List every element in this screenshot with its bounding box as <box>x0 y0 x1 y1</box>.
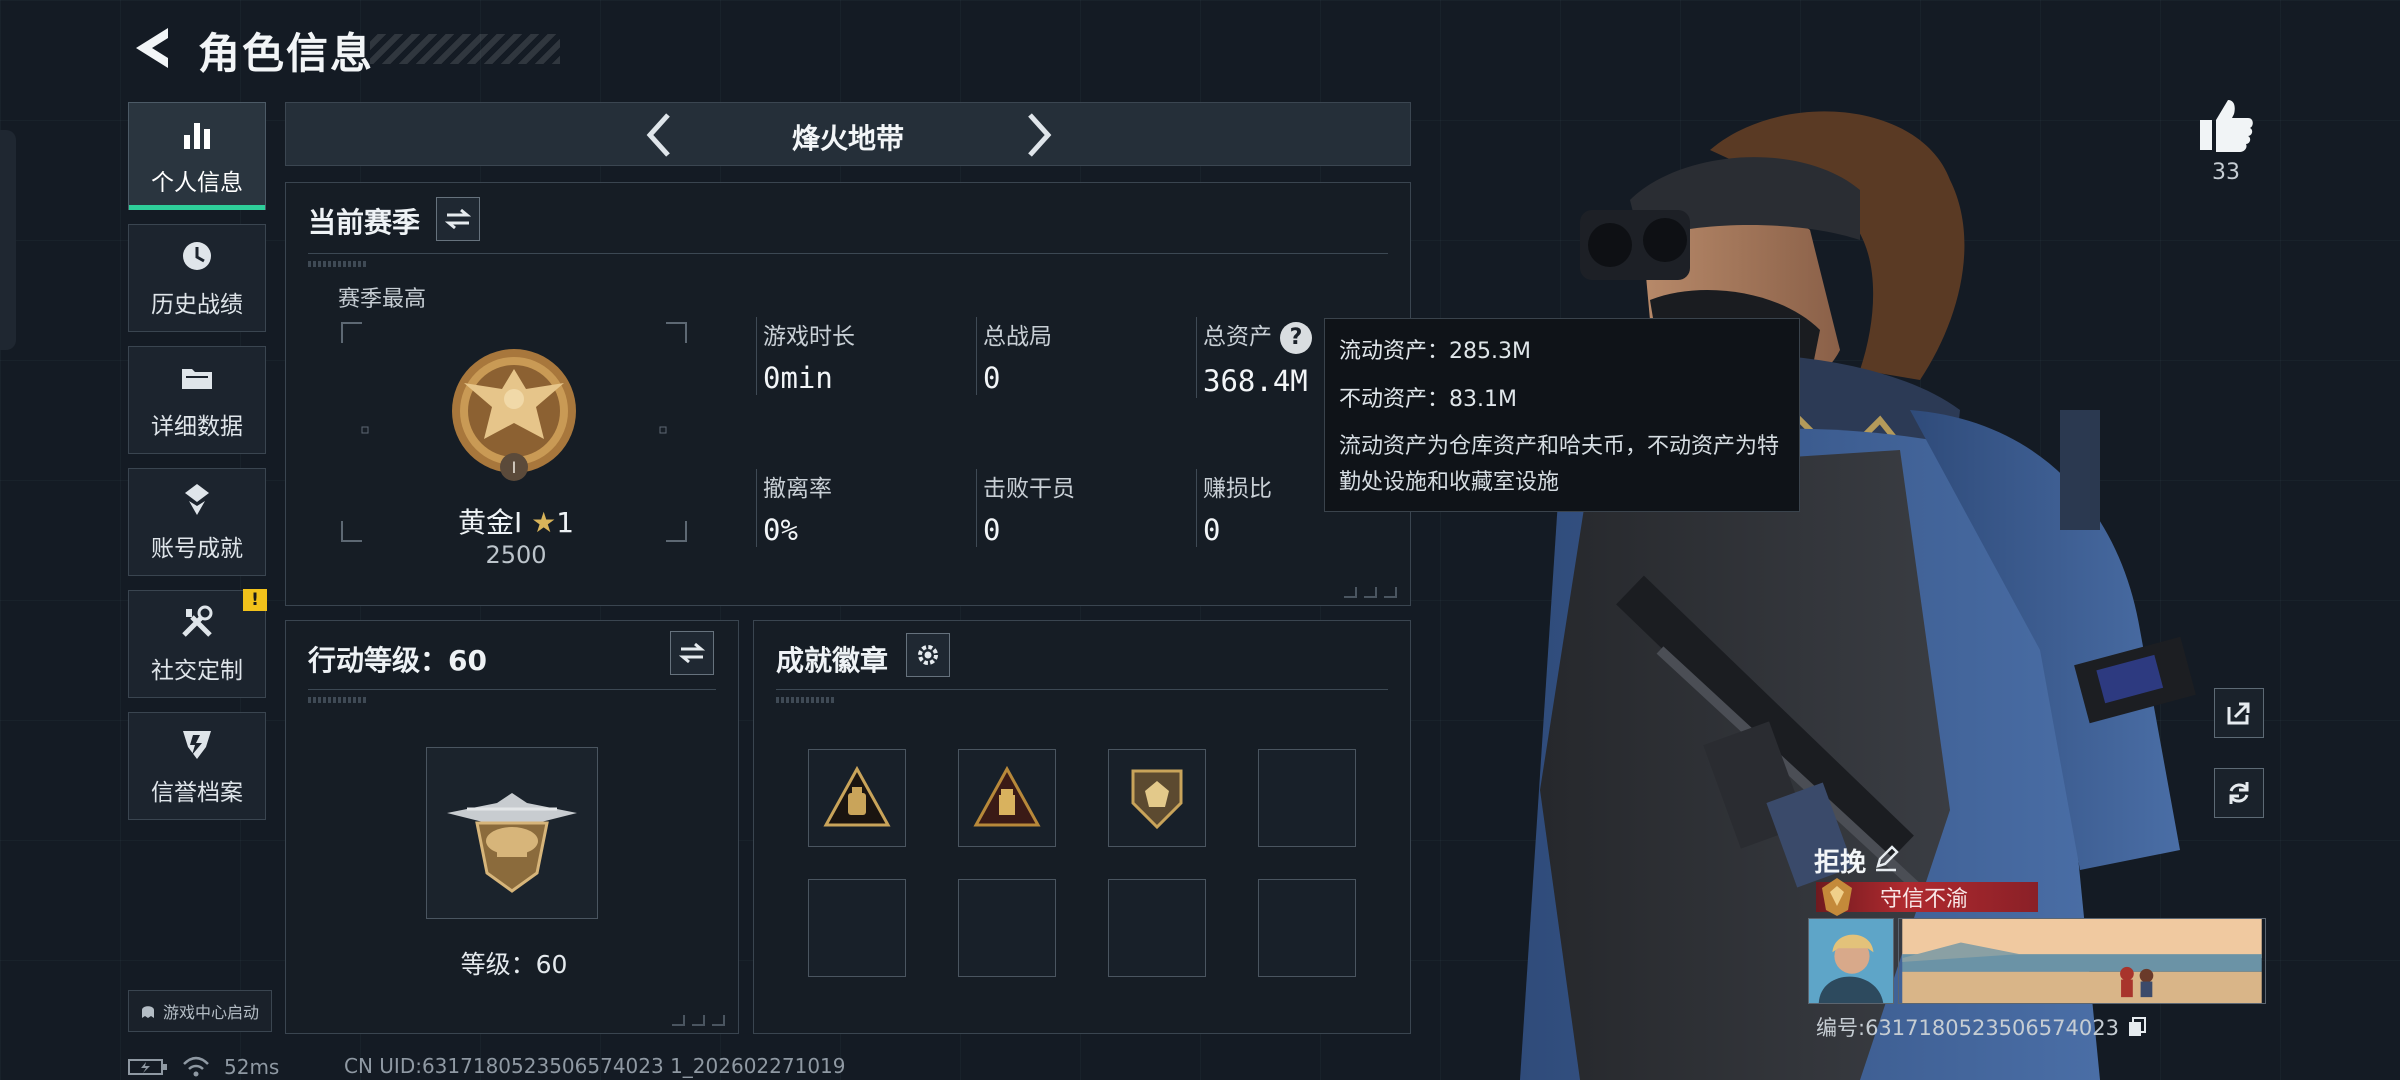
sidebar-item-label: 历史战绩 <box>151 292 243 318</box>
dice-badge-icon <box>1131 769 1183 830</box>
badges-settings-button[interactable] <box>906 633 950 677</box>
help-icon[interactable]: ? <box>1280 321 1312 354</box>
folder-icon <box>182 369 212 389</box>
sidebar-item-personal-info[interactable]: 个人信息 <box>128 102 266 210</box>
page-title: 角色信息 <box>198 29 375 78</box>
tooltip-fixed-assets: 不动资产：83.1M <box>1339 387 1517 412</box>
title-emblem-icon <box>1822 878 1852 916</box>
bar-chart-icon <box>184 123 210 149</box>
game-center-label: 游戏中心启动 <box>163 1003 260 1022</box>
star-icon: ★ <box>531 506 557 539</box>
sidebar-item-reputation[interactable]: 信誉档案 <box>128 712 266 820</box>
jar-badge-icon <box>973 765 1041 827</box>
badges-heading: 成就徽章 <box>776 644 889 677</box>
player-name: 拒挽 <box>1814 848 1867 878</box>
svg-text:I: I <box>512 458 517 477</box>
stat-total-matches: 总战局 0 <box>976 317 1186 395</box>
player-banner-image[interactable] <box>1898 918 2266 1004</box>
badge-slot-4[interactable] <box>1258 749 1356 847</box>
mode-selector: 烽火地带 <box>285 102 1411 166</box>
helicopter-emblem-icon <box>447 793 577 893</box>
season-heading: 当前赛季 <box>308 206 421 239</box>
edit-icon[interactable] <box>1872 844 1900 872</box>
share-icon <box>2227 702 2250 725</box>
level-emblem <box>426 747 598 919</box>
wifi-icon <box>183 1056 209 1077</box>
badge-slot-5[interactable] <box>808 879 906 977</box>
achievement-icon <box>185 484 209 515</box>
player-title-banner: 守信不渝 <box>1816 878 2038 916</box>
gold-rank-icon: I <box>452 349 576 481</box>
sidebar-item-history[interactable]: 历史战绩 <box>128 224 266 332</box>
decoration <box>308 261 368 267</box>
divider <box>308 253 1388 254</box>
rank-title: 黄金I ★1 <box>457 506 575 539</box>
player-avatar[interactable] <box>1808 918 1894 1004</box>
decoration <box>776 697 836 703</box>
chevron-right-icon[interactable] <box>1012 109 1062 161</box>
level-value: 等级：60 <box>460 950 568 979</box>
sidebar-item-label: 详细数据 <box>151 414 243 440</box>
battery-icon <box>128 1059 167 1075</box>
sidebar-item-achievements[interactable]: 账号成就 <box>128 468 266 576</box>
badge-slot-8[interactable] <box>1258 879 1356 977</box>
thumbs-up-icon[interactable] <box>2196 96 2256 156</box>
warning-badge: ! <box>243 589 267 611</box>
player-id: 编号:6317180523506574023 <box>1816 1012 2147 1042</box>
swap-icon <box>679 642 705 664</box>
tools-icon <box>182 605 213 637</box>
operation-level-panel: 行动等级：60 等级：60 <box>285 620 739 1034</box>
copy-icon[interactable] <box>2127 1016 2147 1038</box>
sidebar-item-label: 个人信息 <box>151 170 243 196</box>
mode-name: 烽火地带 <box>791 122 904 155</box>
game-center-button[interactable]: 游戏中心启动 <box>128 990 272 1032</box>
divider <box>776 689 1388 690</box>
achievement-badges-panel: 成就徽章 <box>753 620 1411 1034</box>
corner-decoration <box>672 1015 725 1026</box>
title-decoration <box>370 34 560 64</box>
sidebar-item-details[interactable]: 详细数据 <box>128 346 266 454</box>
history-icon <box>183 242 211 270</box>
ping-value: 52ms <box>224 1055 280 1079</box>
edge-handle <box>0 130 16 350</box>
sidebar-item-social[interactable]: 社交定制 ! <box>128 589 267 698</box>
stat-operators-defeated: 击败干员 0 <box>976 469 1186 547</box>
ghost-icon <box>142 1006 154 1018</box>
uid-text: CN UID:6317180523506574023 1_20260227101… <box>344 1054 846 1078</box>
level-switch-button[interactable] <box>670 631 714 675</box>
badge-slot-6[interactable] <box>958 879 1056 977</box>
tooltip-description: 流动资产为仓库资产和哈夫币，不动资产为特勤处设施和收藏室设施 <box>1339 434 1780 495</box>
refresh-button[interactable] <box>2214 768 2264 818</box>
share-button[interactable] <box>2214 688 2264 738</box>
sidebar-item-label: 账号成就 <box>151 536 243 562</box>
rank-points: 2500 <box>485 541 547 569</box>
back-icon[interactable] <box>128 22 178 74</box>
corner-decoration <box>1344 587 1397 598</box>
tooltip-liquid-assets: 流动资产：285.3M <box>1339 339 1531 364</box>
sidebar-item-label: 社交定制 <box>151 658 243 684</box>
swap-icon <box>445 208 471 230</box>
sidebar-item-label: 信誉档案 <box>151 780 243 806</box>
stat-play-time: 游戏时长 0min <box>756 317 966 395</box>
assets-tooltip: 流动资产：285.3M 不动资产：83.1M 流动资产为仓库资产和哈夫币，不动资… <box>1324 318 1800 512</box>
shield-icon <box>183 731 211 759</box>
badge-slot-3[interactable] <box>1108 749 1206 847</box>
player-title: 守信不渝 <box>1880 887 1969 912</box>
season-best-label: 赛季最高 <box>338 287 427 312</box>
badge-slot-1[interactable] <box>808 749 906 847</box>
decoration <box>308 697 368 703</box>
refresh-icon <box>2229 782 2249 804</box>
badge-slot-2[interactable] <box>958 749 1056 847</box>
season-switch-button[interactable] <box>436 197 480 241</box>
lantern-badge-icon <box>823 765 891 827</box>
badge-slot-7[interactable] <box>1108 879 1206 977</box>
current-season-panel: 当前赛季 赛季最高 I 黄金I ★1 2500 游戏时长 0min 总战局 0 <box>285 182 1411 606</box>
gear-icon <box>918 645 938 665</box>
divider <box>308 689 716 690</box>
level-heading: 行动等级：60 <box>308 644 487 677</box>
stat-extract-rate: 撤离率 0% <box>756 469 966 547</box>
like-count: 33 <box>2212 160 2240 185</box>
status-bar: 52ms <box>128 1054 279 1080</box>
